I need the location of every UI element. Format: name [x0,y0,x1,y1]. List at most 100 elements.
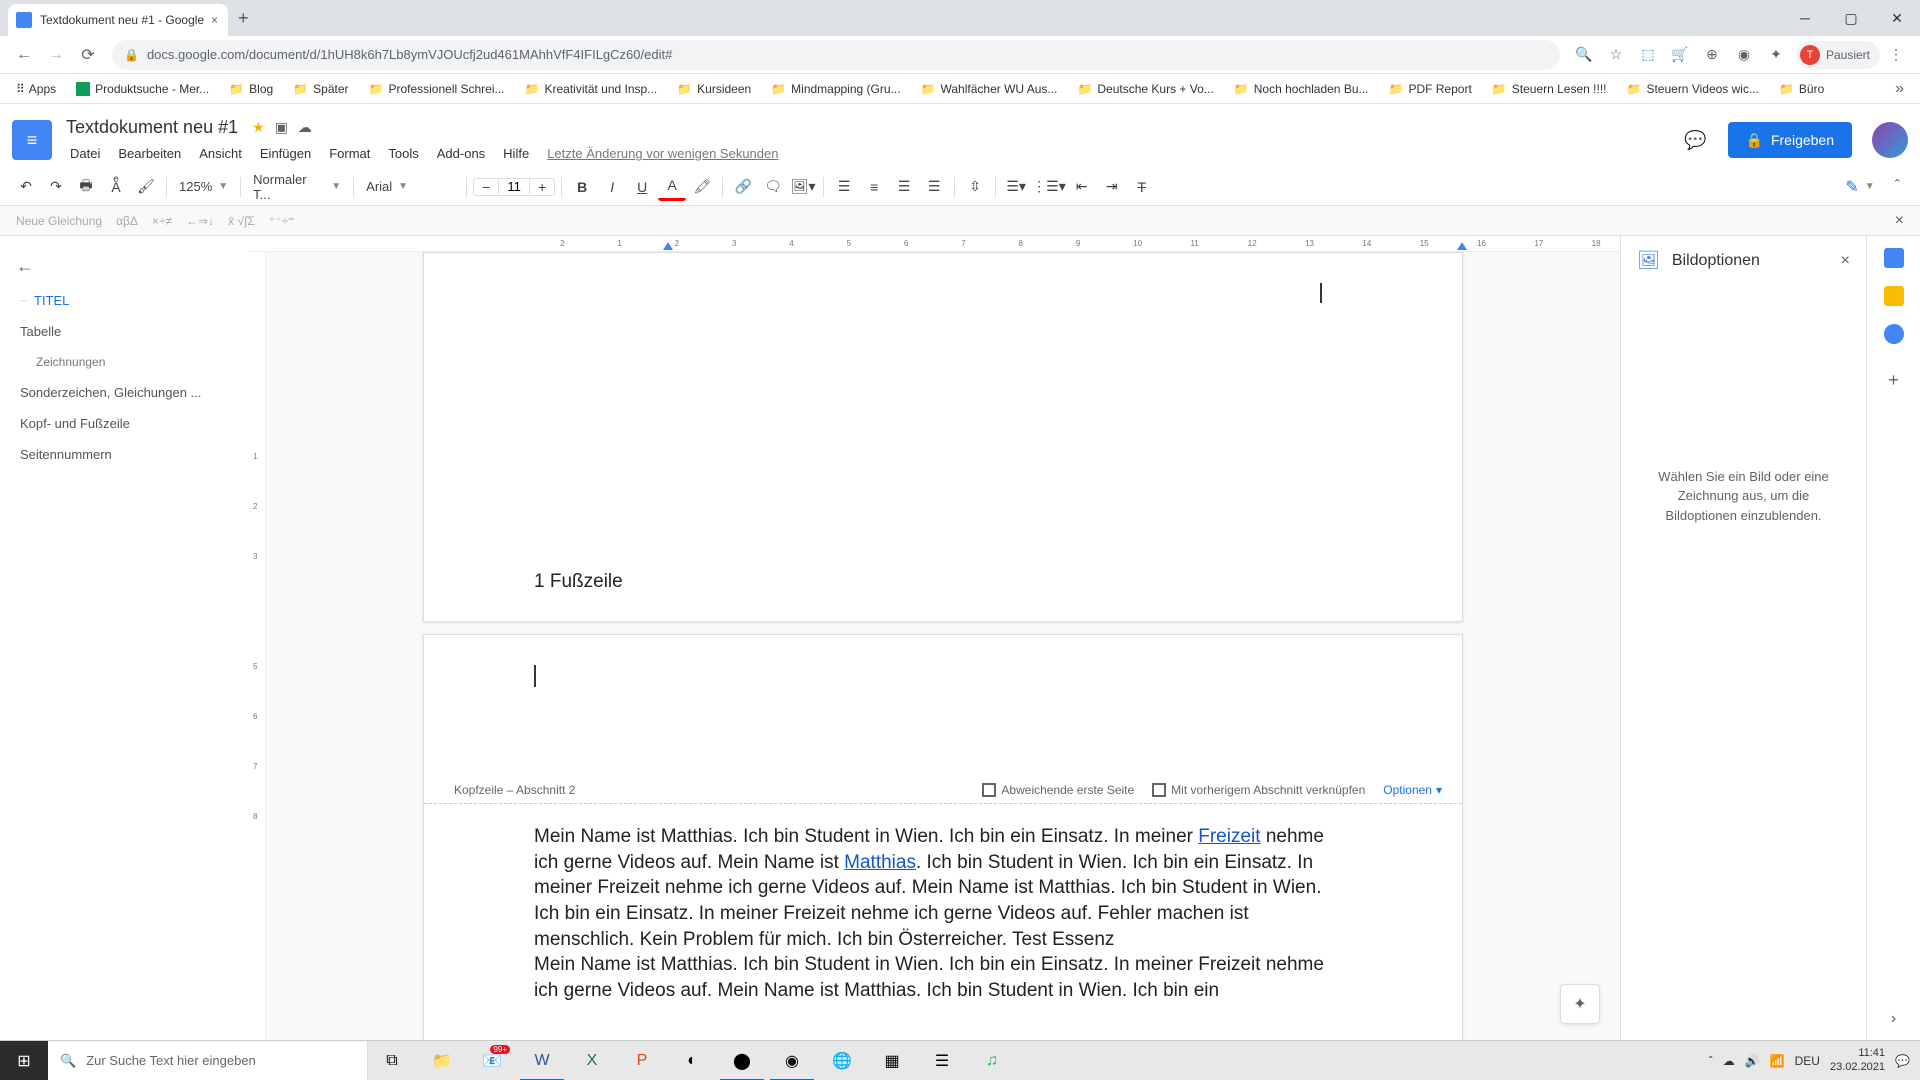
extension-icon-3[interactable]: ⊕ [1698,41,1726,69]
bookmark-folder[interactable]: 📁Professionell Schrei... [361,76,513,102]
align-justify-button[interactable]: ☰ [920,173,948,201]
outline-item-kopf-fusszeile[interactable]: Kopf- und Fußzeile [8,408,242,439]
zoom-select[interactable]: 125%▼ [173,173,234,201]
bookmark-overflow[interactable]: » [1887,80,1912,98]
close-side-panel[interactable]: × [1841,252,1850,270]
apps-shortcut[interactable]: ⠿ Apps [8,76,64,102]
font-size-increase[interactable]: + [530,179,554,195]
collapse-toolbar-button[interactable]: ˆ [1887,174,1908,200]
tray-chevron-icon[interactable]: ˆ [1709,1054,1713,1068]
account-avatar[interactable] [1872,122,1908,158]
edge-icon[interactable]: 🌐 [818,1041,866,1080]
different-first-page-checkbox[interactable]: Abweichende erste Seite [982,783,1134,797]
page-viewport[interactable]: 1 Fußzeile Kopfzeile – Abschnitt 2 Abwei… [266,252,1620,1040]
browser-tab[interactable]: Textdokument neu #1 - Google × [8,4,228,36]
undo-button[interactable]: ↶ [12,173,40,201]
menu-einfuegen[interactable]: Einfügen [252,142,319,165]
powerpoint-icon[interactable]: P [618,1041,666,1080]
get-addons-button[interactable]: + [1888,370,1899,391]
spellcheck-button[interactable]: Aͤ [102,173,130,201]
bookmark-folder[interactable]: 📁Büro [1771,76,1832,102]
indent-increase-button[interactable]: ⇥ [1098,173,1126,201]
chrome-icon[interactable]: ◉ [768,1041,816,1080]
menu-ansicht[interactable]: Ansicht [191,142,250,165]
document-body[interactable]: Mein Name ist Matthias. Ich bin Student … [424,804,1462,1013]
tray-notifications-icon[interactable]: 💬 [1895,1054,1910,1068]
zoom-icon[interactable]: 🔍 [1570,41,1598,69]
word-icon[interactable]: W [518,1041,566,1080]
menu-hilfe[interactable]: Hilfe [495,142,537,165]
docs-home-icon[interactable]: ≡ [12,120,52,160]
link-previous-checkbox[interactable]: Mit vorherigem Abschnitt verknüpfen [1152,783,1365,797]
tray-wifi-icon[interactable]: 📶 [1770,1054,1785,1068]
comments-icon[interactable]: 💬 [1676,120,1716,160]
forward-button[interactable]: → [40,39,72,71]
reload-button[interactable]: ⟳ [72,39,104,71]
taskbar-search[interactable]: 🔍Zur Suche Text hier eingeben [48,1041,368,1080]
last-edit-link[interactable]: Letzte Änderung vor wenigen Sekunden [539,142,786,165]
tray-onedrive-icon[interactable]: ☁ [1723,1054,1735,1068]
document-title[interactable]: Textdokument neu #1 [62,115,242,140]
clear-formatting-button[interactable]: T [1128,173,1156,201]
highlight-button[interactable]: 🖍 [688,173,716,201]
app-icon-2[interactable]: ▦ [868,1041,916,1080]
bookmark-folder[interactable]: 📁Später [285,76,356,102]
back-button[interactable]: ← [8,39,40,71]
bookmark-folder[interactable]: 📁Kreativität und Insp... [517,76,666,102]
eq-operators-button[interactable]: ×÷≠ [152,214,172,228]
indent-marker-right[interactable] [1457,242,1467,250]
font-select[interactable]: Arial▼ [360,173,460,201]
extension-icon-4[interactable]: ◉ [1730,41,1758,69]
obs-icon[interactable]: ⬤ [718,1041,766,1080]
extension-icon-2[interactable]: 🛒 [1666,41,1694,69]
cloud-saved-icon[interactable]: ☁ [298,119,312,136]
close-tab-icon[interactable]: × [211,13,218,27]
outline-item-zeichnungen[interactable]: Zeichnungen [8,347,242,377]
maximize-button[interactable]: ▢ [1828,0,1874,36]
outline-item-sonderzeichen[interactable]: Sonderzeichen, Gleichungen ... [8,377,242,408]
minimize-button[interactable]: ─ [1782,0,1828,36]
outline-item-seitennummern[interactable]: Seitennummern [8,439,242,470]
start-button[interactable]: ⊞ [0,1041,48,1080]
eq-scripts-button[interactable]: ⁺⁻÷⁼ [269,214,295,228]
numbered-list-button[interactable]: ☰▾ [1002,173,1030,201]
outline-back-button[interactable]: ← [8,248,242,285]
comment-button[interactable]: 🗨 [759,173,787,201]
bookmark-folder[interactable]: 📁Noch hochladen Bu... [1226,76,1377,102]
tray-volume-icon[interactable]: 🔊 [1745,1054,1760,1068]
browser-menu-icon[interactable]: ⋮ [1882,41,1910,69]
extensions-puzzle-icon[interactable]: ✦ [1762,41,1790,69]
outline-item-tabelle[interactable]: Tabelle [8,316,242,347]
align-right-button[interactable]: ☰ [890,173,918,201]
mail-icon[interactable]: 📧99+ [468,1041,516,1080]
page-1[interactable]: 1 Fußzeile [423,252,1463,622]
eq-integrals-button[interactable]: x̄ √∫Σ [228,214,255,228]
header-options-dropdown[interactable]: Optionen▾ [1383,783,1442,797]
bookmark-folder[interactable]: 📁Wahlfächer WU Aus... [913,76,1066,102]
bookmark-folder[interactable]: 📁Deutsche Kurs + Vo... [1069,76,1221,102]
menu-format[interactable]: Format [321,142,378,165]
extension-icon-1[interactable]: ⬚ [1634,41,1662,69]
new-tab-button[interactable]: + [238,8,249,29]
text-color-button[interactable]: A [658,173,686,201]
link-freizeit[interactable]: Freizeit [1198,826,1260,847]
line-spacing-button[interactable]: ⇳ [961,173,989,201]
font-size-value[interactable]: 11 [498,179,530,194]
align-left-button[interactable]: ☰ [830,173,858,201]
calendar-addon-icon[interactable] [1884,248,1904,268]
print-button[interactable]: 🖶 [72,173,100,201]
bold-button[interactable]: B [568,173,596,201]
excel-icon[interactable]: X [568,1041,616,1080]
editing-mode-button[interactable]: ✎▼ [1835,173,1884,201]
menu-addons[interactable]: Add-ons [429,142,493,165]
image-button[interactable]: 🖼▾ [789,173,817,201]
profile-button[interactable]: T Pausiert [1796,41,1880,69]
hide-side-panel-button[interactable]: › [1891,1010,1896,1028]
share-button[interactable]: 🔒 Freigeben [1728,122,1852,158]
link-button[interactable]: 🔗 [729,173,757,201]
bookmark-item[interactable]: Produktsuche - Mer... [68,76,217,102]
link-matthias[interactable]: Matthias [844,852,916,873]
address-bar[interactable]: 🔒 docs.google.com/document/d/1hUH8k6h7Lb… [112,40,1560,70]
style-select[interactable]: Normaler T...▼ [247,173,347,201]
paint-format-button[interactable]: 🖌 [132,173,160,201]
